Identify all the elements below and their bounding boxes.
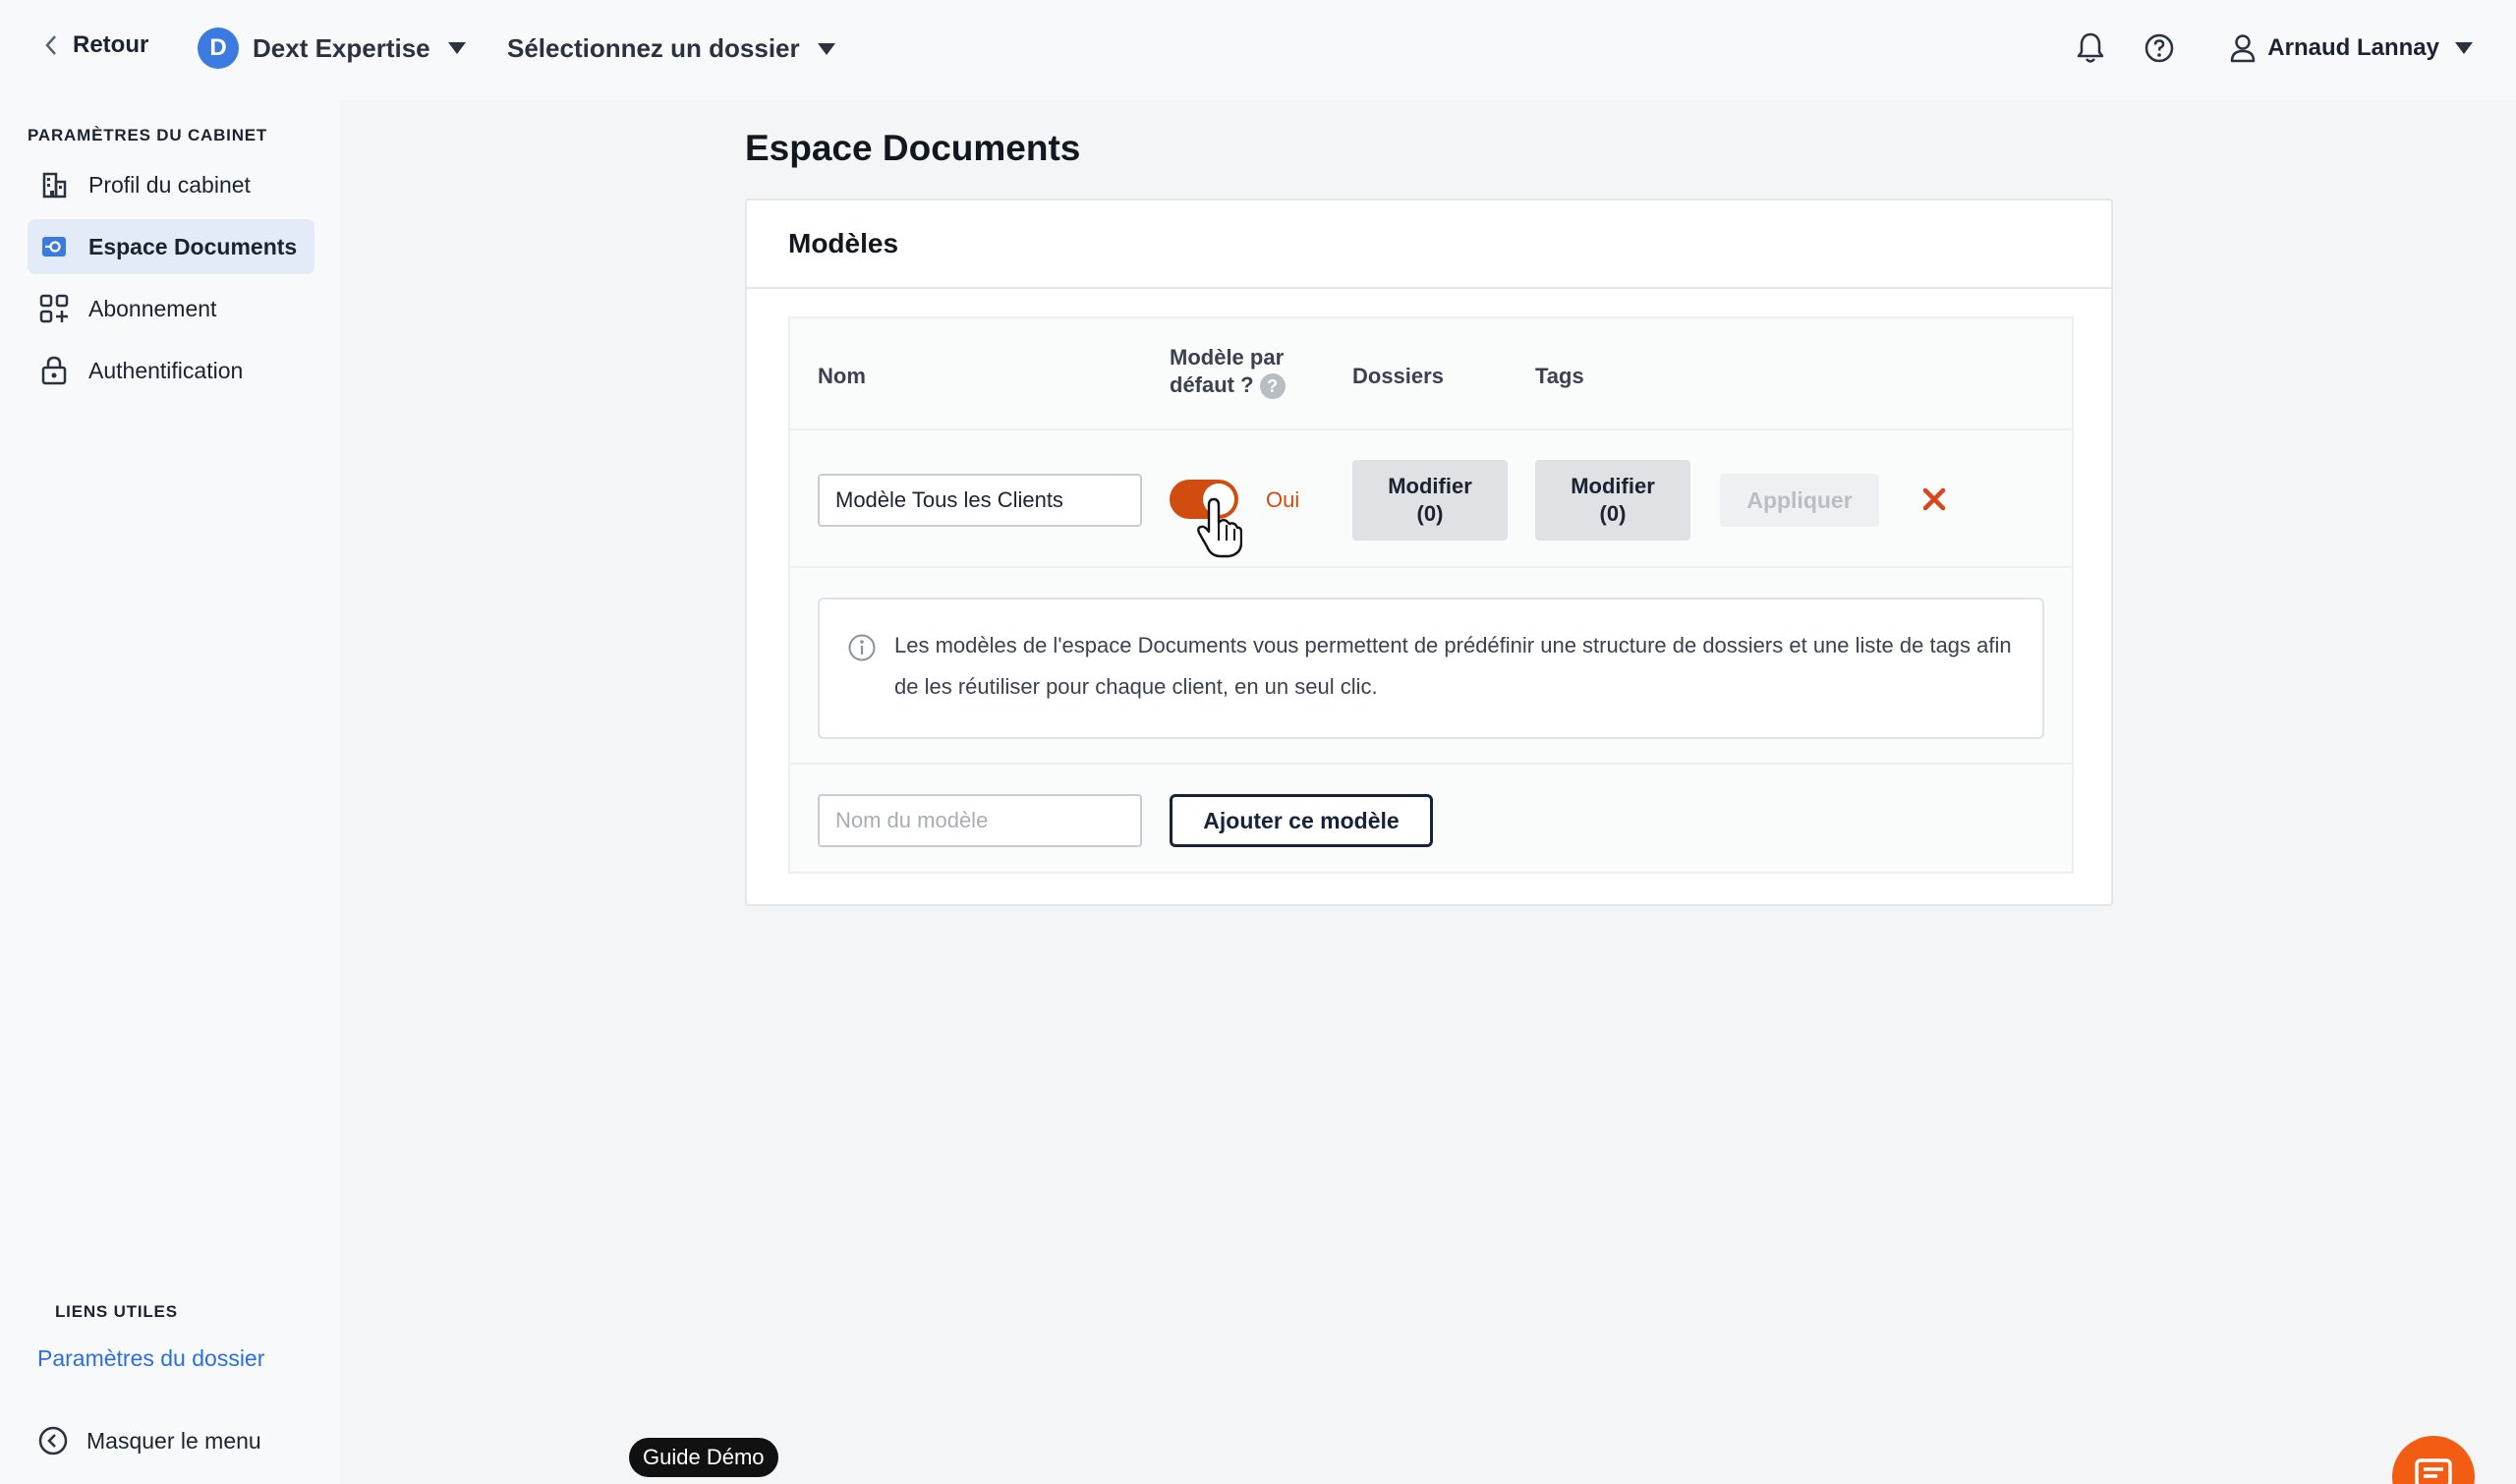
new-template-input[interactable] <box>818 794 1142 847</box>
org-name: Dext Expertise <box>253 32 430 63</box>
lock-icon <box>37 354 71 387</box>
caret-down-icon <box>2455 42 2473 54</box>
building-icon <box>37 168 71 201</box>
sidebar-item-label: Espace Documents <box>88 233 298 259</box>
hide-menu-label: Masquer le menu <box>86 1427 261 1454</box>
bell-icon[interactable] <box>2071 28 2110 69</box>
edit-folders-button[interactable]: Modifier (0) <box>1352 460 1508 541</box>
caret-down-icon <box>817 42 835 55</box>
folder-select[interactable]: Sélectionnez un dossier <box>507 33 835 64</box>
edit-tags-button[interactable]: Modifier (0) <box>1535 460 1690 541</box>
hand-cursor-icon <box>1197 497 1242 558</box>
apps-plus-icon <box>37 292 71 325</box>
sidebar-item-profil[interactable]: Profil du cabinet <box>28 157 314 212</box>
question-icon[interactable]: ? <box>1259 373 1286 400</box>
templates-card: Modèles Nom Modèle par défaut ?? Dossier… <box>745 199 2113 906</box>
card-title: Modèles <box>747 200 2111 289</box>
add-template-button[interactable]: Ajouter ce modèle <box>1170 794 1433 847</box>
org-avatar: D <box>198 28 239 69</box>
sidebar-item-abonnement[interactable]: Abonnement <box>28 281 314 336</box>
column-header-tags: Tags <box>1535 364 1584 388</box>
sidebar-item-label: Profil du cabinet <box>88 171 251 198</box>
column-header-default-line1: Modèle par <box>1170 345 1285 370</box>
column-header-folders: Dossiers <box>1352 364 1444 388</box>
help-icon[interactable] <box>2140 28 2179 69</box>
edit-tags-count: (0) <box>1599 501 1627 526</box>
folder-select-label: Sélectionnez un dossier <box>507 33 800 63</box>
column-header-default: Modèle par défaut ?? <box>1170 344 1286 400</box>
chat-icon <box>2415 1458 2452 1484</box>
sidebar-item-label: Abonnement <box>88 295 217 321</box>
chevron-circle-left-icon <box>38 1426 68 1455</box>
info-text: Les modèles de l'espace Documents vous p… <box>894 633 2012 699</box>
sidebar: PARAMÈTRES DU CABINET Profil du cabinet … <box>0 100 340 1484</box>
templates-table: Nom Modèle par défaut ?? Dossiers Tags O… <box>788 316 2074 874</box>
sidebar-item-espace-documents[interactable]: Espace Documents <box>28 219 314 274</box>
useful-links-heading: LIENS UTILES <box>55 1302 178 1321</box>
top-right-actions: Arnaud Lannay <box>2071 28 2473 69</box>
sidebar-item-authentification[interactable]: Authentification <box>28 343 314 398</box>
top-bar: Retour D Dext Expertise Sélectionnez un … <box>0 0 2516 100</box>
main-content: Espace Documents Modèles Nom Modèle par … <box>340 100 2516 1484</box>
sidebar-item-label: Authentification <box>88 357 244 383</box>
org-switcher[interactable]: D Dext Expertise <box>198 28 466 69</box>
back-button[interactable]: Retour <box>43 31 148 59</box>
edit-folders-label: Modifier <box>1388 474 1472 498</box>
edit-tags-label: Modifier <box>1571 474 1655 498</box>
default-status-label: Oui <box>1266 487 1300 512</box>
guide-demo-badge[interactable]: Guide Démo <box>629 1438 778 1477</box>
page-title: Espace Documents <box>745 128 1081 168</box>
table-header: Nom Modèle par défaut ?? Dossiers Tags <box>790 318 2072 430</box>
sidebar-nav: Profil du cabinet Espace Documents Abonn… <box>28 157 314 405</box>
user-icon <box>2231 34 2256 63</box>
divider <box>790 763 2072 765</box>
edit-folders-count: (0) <box>1416 501 1444 526</box>
user-name: Arnaud Lannay <box>2267 34 2439 61</box>
column-header-default-line2: défaut ? <box>1170 372 1254 397</box>
sidebar-heading: PARAMÈTRES DU CABINET <box>28 126 268 144</box>
close-icon[interactable] <box>1916 482 1952 517</box>
documents-space-icon <box>37 230 71 263</box>
info-icon <box>848 634 876 661</box>
apply-button[interactable]: Appliquer <box>1720 474 1879 527</box>
chevron-left-icon <box>45 35 56 55</box>
hide-menu-button[interactable]: Masquer le menu <box>37 1425 261 1456</box>
column-header-name: Nom <box>818 364 866 388</box>
template-name-input[interactable] <box>818 474 1142 527</box>
user-menu[interactable]: Arnaud Lannay <box>2230 33 2473 63</box>
table-row: Oui Modifier (0) Modifier (0) Appliquer <box>790 432 2072 568</box>
back-label: Retour <box>73 31 149 58</box>
info-box: Les modèles de l'espace Documents vous p… <box>818 598 2044 739</box>
caret-down-icon <box>447 42 466 54</box>
folder-settings-link[interactable]: Paramètres du dossier <box>37 1345 264 1372</box>
